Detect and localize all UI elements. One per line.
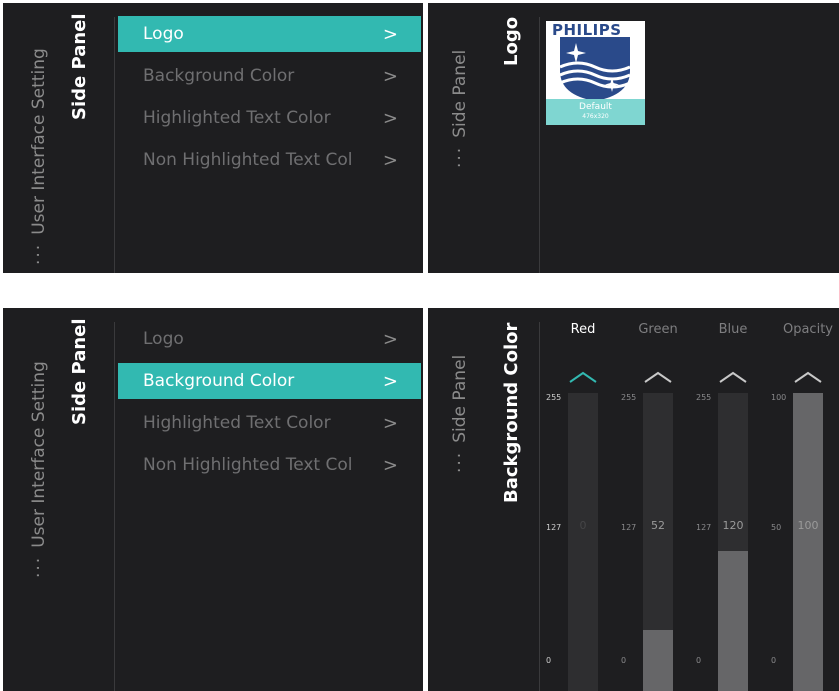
slider-fill	[793, 393, 823, 691]
divider	[114, 17, 115, 273]
page-title: Side Panel	[69, 13, 90, 120]
menu-item[interactable]: Highlighted Text Color >	[118, 100, 421, 136]
menu-item[interactable]: Background Color >	[118, 58, 421, 94]
slider-track[interactable]	[793, 393, 823, 691]
divider	[114, 322, 115, 691]
channel-label: Red	[570, 322, 596, 337]
menu-item-label: Background Color	[143, 371, 295, 391]
scale-tick-min: 0	[696, 656, 702, 665]
scale-tick-mid: 50	[771, 523, 782, 532]
menu-item-label: Logo	[143, 24, 184, 44]
chevron-right-icon: >	[382, 23, 398, 45]
chevron-up-icon[interactable]	[643, 370, 673, 384]
scale-tick-min: 0	[546, 656, 552, 665]
logo-panel: ··· Side Panel Logo PHILIPS Default 476x3…	[428, 3, 839, 273]
channel-label: Green	[638, 322, 678, 337]
chevron-up-icon[interactable]	[568, 370, 598, 384]
channel-value: 120	[722, 519, 744, 532]
menu-item-label: Non Highlighted Text Col	[143, 150, 353, 170]
menu-item[interactable]: Highlighted Text Color >	[118, 405, 421, 441]
scale-tick-min: 0	[771, 656, 777, 665]
menu-item[interactable]: Logo >	[118, 321, 421, 357]
scale-tick-max: 100	[771, 393, 787, 402]
logo-tile[interactable]: PHILIPS Default 476x320	[546, 21, 645, 125]
breadcrumb-label: Side Panel	[450, 354, 470, 443]
logo-size: 476x320	[582, 113, 609, 120]
menu-item[interactable]: Background Color >	[118, 363, 421, 399]
breadcrumb-label: Side Panel	[450, 49, 470, 138]
slider-fill	[643, 630, 673, 691]
chevron-up-icon[interactable]	[793, 370, 823, 384]
slider-fill	[718, 551, 748, 691]
menu-item-label: Non Highlighted Text Col	[143, 455, 353, 475]
chevron-up-icon[interactable]	[718, 370, 748, 384]
divider	[539, 322, 540, 691]
chevron-right-icon: >	[382, 65, 398, 87]
channel-value: 52	[651, 519, 665, 532]
menu-item-label: Highlighted Text Color	[143, 108, 331, 128]
page-title: Side Panel	[69, 318, 90, 425]
page-title: Logo	[501, 16, 522, 66]
logo-caption: Default 476x320	[546, 99, 645, 125]
chevron-right-icon: >	[382, 328, 398, 350]
breadcrumb[interactable]: ··· User Interface Setting	[29, 361, 49, 578]
philips-shield-icon	[559, 37, 631, 101]
menu-item[interactable]: Non Highlighted Text Col >	[118, 447, 421, 483]
menu-panel-logo-selected: ··· User Interface Setting Side Panel Log…	[3, 3, 423, 273]
chevron-right-icon: >	[382, 454, 398, 476]
scale-tick-mid: 127	[696, 523, 712, 532]
breadcrumb-label: User Interface Setting	[29, 361, 49, 548]
breadcrumb[interactable]: ··· User Interface Setting	[29, 48, 49, 265]
slider-track[interactable]	[718, 393, 748, 691]
menu-item[interactable]: Non Highlighted Text Col >	[118, 142, 421, 178]
channel-label: Blue	[718, 322, 748, 337]
background-color-panel: ··· Side Panel Background Color Red 255 127…	[428, 308, 839, 691]
chevron-right-icon: >	[382, 107, 398, 129]
channel-value: 0	[579, 519, 587, 532]
breadcrumb-dots: ···	[450, 450, 470, 473]
breadcrumb[interactable]: ··· Side Panel	[450, 354, 470, 473]
breadcrumb-label: User Interface Setting	[29, 48, 49, 235]
breadcrumb-dots: ···	[29, 242, 49, 265]
slider-track[interactable]	[643, 393, 673, 691]
menu-item[interactable]: Logo >	[118, 16, 421, 52]
scale-tick-max: 255	[696, 393, 712, 402]
slider-track[interactable]	[568, 393, 598, 691]
breadcrumb-dots: ···	[29, 555, 49, 578]
chevron-right-icon: >	[382, 370, 398, 392]
scale-tick-mid: 127	[546, 523, 562, 532]
chevron-right-icon: >	[382, 149, 398, 171]
channel-value: 100	[797, 519, 819, 532]
channel-label: Opacity	[782, 322, 833, 337]
menu-panel-background-selected: ··· User Interface Setting Side Panel Log…	[3, 308, 423, 691]
menu-item-label: Logo	[143, 329, 184, 349]
logo-label: Default	[579, 102, 612, 112]
page-title: Background Color	[501, 322, 522, 503]
breadcrumb-dots: ···	[450, 145, 470, 168]
scale-tick-min: 0	[621, 656, 627, 665]
scale-tick-max: 255	[621, 393, 637, 402]
menu-item-label: Background Color	[143, 66, 295, 86]
scale-tick-mid: 127	[621, 523, 637, 532]
divider	[539, 17, 540, 273]
breadcrumb[interactable]: ··· Side Panel	[450, 49, 470, 168]
chevron-right-icon: >	[382, 412, 398, 434]
menu-item-label: Highlighted Text Color	[143, 413, 331, 433]
scale-tick-max: 255	[546, 393, 562, 402]
